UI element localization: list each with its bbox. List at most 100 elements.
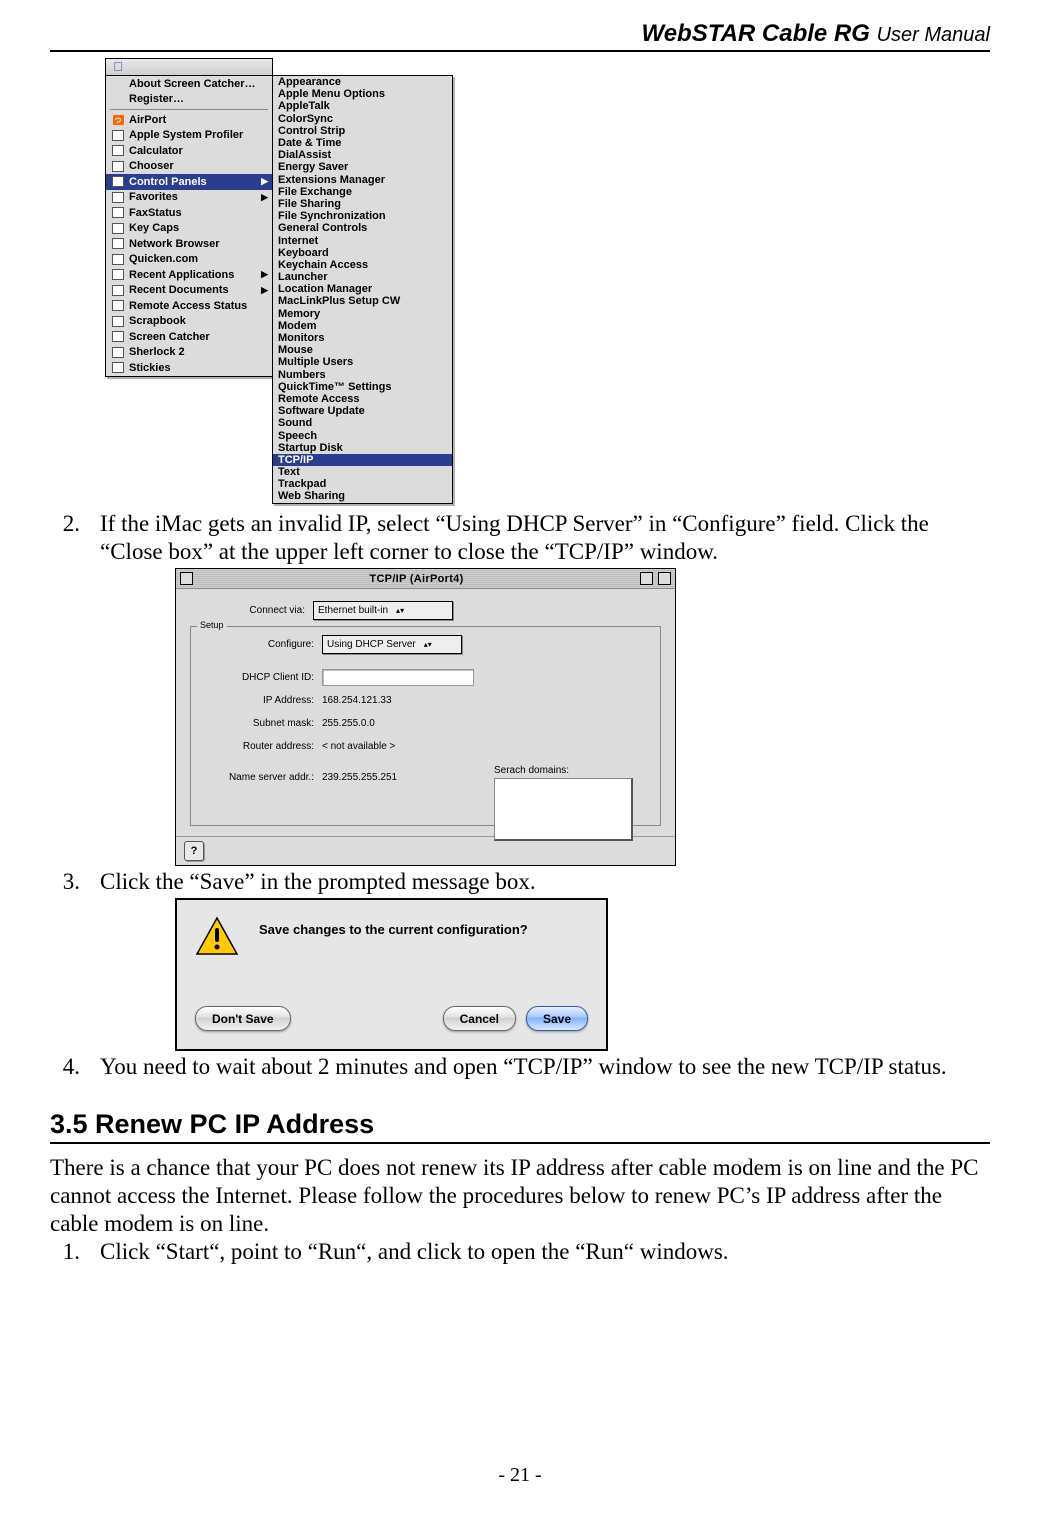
submenu-item[interactable]: Extensions Manager: [273, 174, 452, 186]
menu-item[interactable]: FaxStatus: [106, 205, 272, 221]
menu-item[interactable]: Key Caps: [106, 221, 272, 237]
submenu-item[interactable]: AppleTalk: [273, 100, 452, 112]
menu-item-label: AirPort: [129, 114, 166, 126]
page-header: WebSTAR Cable RG User Manual: [50, 20, 990, 50]
menu-item[interactable]: Scrapbook: [106, 314, 272, 330]
submenu-item-label: Trackpad: [278, 478, 326, 490]
tcpip-titlebar: TCP/IP (AirPort4): [176, 569, 675, 589]
apple-menu-panel: About Screen Catcher…Register… っAirPortAp…: [105, 75, 273, 377]
menu-item[interactable]: Favorites▶: [106, 190, 272, 206]
submenu-arrow-icon: ▶: [261, 285, 268, 296]
menu-item[interactable]: Chooser: [106, 159, 272, 175]
blank-icon: [111, 93, 125, 105]
apple-logo-icon[interactable]: : [110, 60, 126, 74]
menu-item[interactable]: Remote Access Status: [106, 298, 272, 314]
submenu-item[interactable]: Date & Time: [273, 137, 452, 149]
submenu-item[interactable]: Location Manager: [273, 283, 452, 295]
menu-item-label: Sherlock 2: [129, 346, 185, 358]
collapse-box-icon[interactable]: [658, 572, 671, 585]
submenu-item[interactable]: Energy Saver: [273, 161, 452, 173]
menu-item[interactable]: Stickies: [106, 360, 272, 376]
submenu-item[interactable]: Appearance: [273, 76, 452, 88]
step-text: If the iMac gets an invalid IP, select “…: [100, 510, 990, 566]
submenu-item[interactable]: Modem: [273, 320, 452, 332]
submenu-item-label: QuickTime™ Settings: [278, 381, 392, 393]
ns-value: 239.255.255.251: [322, 772, 397, 783]
dhcp-id-input[interactable]: [322, 669, 474, 686]
menu-item[interactable]: Apple System Profiler: [106, 128, 272, 144]
dont-save-button[interactable]: Don't Save: [195, 1006, 291, 1031]
step-number: 1.: [50, 1238, 80, 1266]
configure-select[interactable]: Using DHCP Server ▴▾: [322, 635, 462, 654]
app-icon: [111, 160, 125, 172]
app-icon: [111, 315, 125, 327]
submenu-item-label: Launcher: [278, 271, 328, 283]
cancel-button[interactable]: Cancel: [443, 1006, 516, 1031]
submenu-item[interactable]: Startup Disk: [273, 442, 452, 454]
submenu-item[interactable]: File Synchronization: [273, 210, 452, 222]
submenu-item[interactable]: Apple Menu Options: [273, 88, 452, 100]
menu-item[interactable]: Recent Applications▶: [106, 267, 272, 283]
menu-item[interactable]: Register…: [106, 92, 272, 108]
menu-item-label: Calculator: [129, 145, 183, 157]
submenu-item[interactable]: Software Update: [273, 405, 452, 417]
zoom-box-icon[interactable]: [640, 572, 653, 585]
submenu-item[interactable]: Keyboard: [273, 247, 452, 259]
close-box-icon[interactable]: [180, 572, 193, 585]
menu-item[interactable]: Sherlock 2: [106, 345, 272, 361]
menu-item[interactable]: About Screen Catcher…: [106, 76, 272, 92]
submenu-item[interactable]: Monitors: [273, 332, 452, 344]
menu-item[interactable]: Network Browser: [106, 236, 272, 252]
submenu-item-label: Extensions Manager: [278, 174, 385, 186]
submenu-item-label: Text: [278, 466, 300, 478]
submenu-item[interactable]: Keychain Access: [273, 259, 452, 271]
submenu-item[interactable]: TCP/IP: [273, 454, 452, 466]
step-1: 1. Click “Start“, point to “Run“, and cl…: [50, 1238, 990, 1266]
submenu-item[interactable]: Speech: [273, 429, 452, 441]
submenu-item-label: Control Strip: [278, 125, 345, 137]
menu-item[interactable]: Quicken.com: [106, 252, 272, 268]
submenu-item[interactable]: ColorSync: [273, 113, 452, 125]
submenu-item[interactable]: Trackpad: [273, 478, 452, 490]
connect-via-select[interactable]: Ethernet built-in ▴▾: [313, 601, 453, 620]
submenu-item[interactable]: File Exchange: [273, 186, 452, 198]
submenu-item[interactable]: File Sharing: [273, 198, 452, 210]
submenu-item[interactable]: Web Sharing: [273, 490, 452, 502]
configure-value: Using DHCP Server: [327, 639, 416, 650]
save-button[interactable]: Save: [526, 1006, 588, 1031]
search-domains-box[interactable]: [494, 778, 633, 841]
menu-item[interactable]: っAirPort: [106, 112, 272, 128]
submenu-item[interactable]: Internet: [273, 234, 452, 246]
submenu-item[interactable]: Control Strip: [273, 125, 452, 137]
submenu-item[interactable]: Text: [273, 466, 452, 478]
app-icon: [111, 269, 125, 281]
submenu-item-label: Memory: [278, 308, 320, 320]
submenu-item[interactable]: Mouse: [273, 344, 452, 356]
submenu-item-label: File Sharing: [278, 198, 341, 210]
menu-item-label: Scrapbook: [129, 315, 186, 327]
step-2: 2. If the iMac gets an invalid IP, selec…: [50, 510, 990, 566]
menu-item[interactable]: Calculator: [106, 143, 272, 159]
app-icon: [111, 191, 125, 203]
submenu-item[interactable]: Remote Access: [273, 393, 452, 405]
step-number: 3.: [50, 868, 80, 896]
submenu-item[interactable]: MacLinkPlus Setup CW: [273, 295, 452, 307]
submenu-item[interactable]: Memory: [273, 308, 452, 320]
submenu-item-label: Speech: [278, 430, 317, 442]
menu-item-label: Recent Documents: [129, 284, 229, 296]
submenu-item-label: TCP/IP: [278, 454, 313, 466]
help-button[interactable]: ?: [184, 841, 204, 861]
menu-item-label: Recent Applications: [129, 269, 234, 281]
menu-item[interactable]: Screen Catcher: [106, 329, 272, 345]
submenu-item[interactable]: Launcher: [273, 271, 452, 283]
submenu-item[interactable]: Sound: [273, 417, 452, 429]
submenu-item[interactable]: General Controls: [273, 222, 452, 234]
router-label: Router address:: [199, 741, 322, 752]
submenu-item-label: Mouse: [278, 344, 313, 356]
submenu-item[interactable]: Numbers: [273, 369, 452, 381]
submenu-item[interactable]: QuickTime™ Settings: [273, 381, 452, 393]
menu-item[interactable]: Recent Documents ▶: [106, 283, 272, 299]
submenu-item[interactable]: Multiple Users: [273, 356, 452, 368]
submenu-item[interactable]: DialAssist: [273, 149, 452, 161]
menu-item[interactable]: Control Panels▶: [106, 174, 272, 190]
